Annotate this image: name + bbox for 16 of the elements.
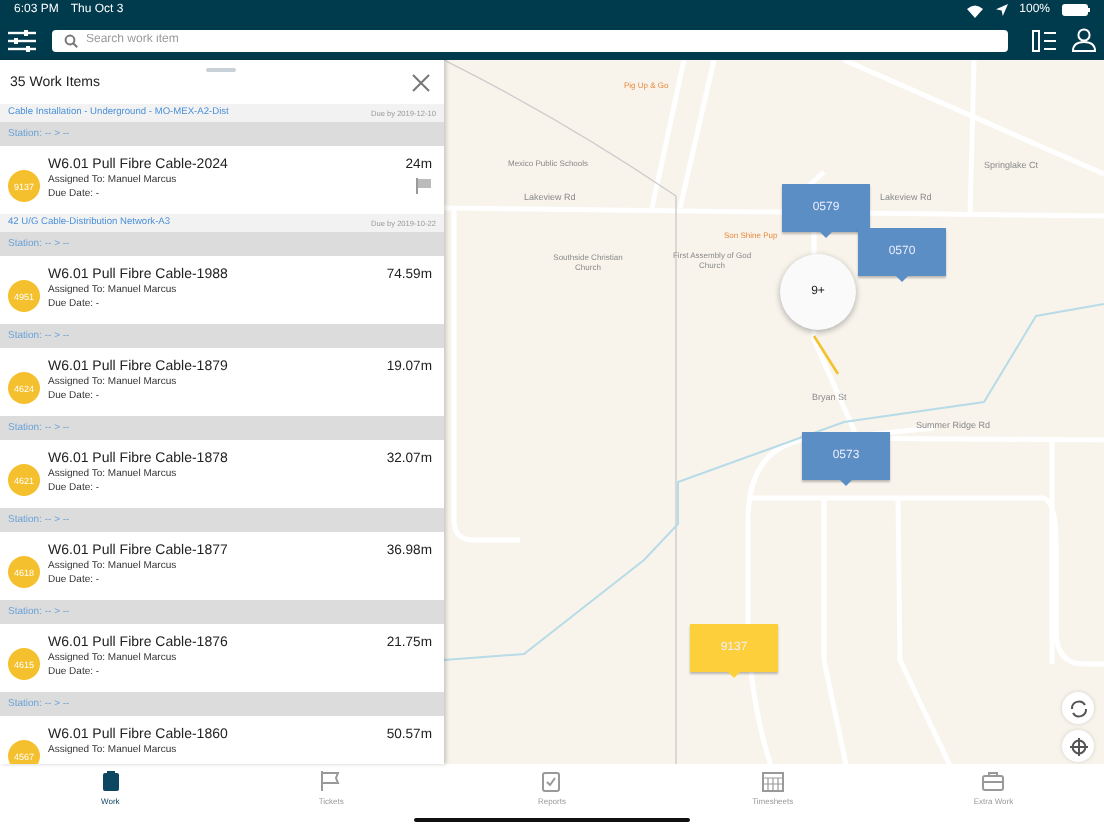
clipboard-check-icon: [540, 770, 563, 792]
wifi-icon: [965, 3, 984, 17]
calendar-icon: [761, 770, 784, 792]
clipboard-icon: [99, 770, 122, 792]
list-view-icon[interactable]: [1032, 29, 1056, 51]
locate-button[interactable]: [1062, 730, 1094, 762]
briefcase-icon: [982, 770, 1005, 792]
crosshair-icon: [1069, 737, 1087, 755]
battery-icon: [1062, 4, 1090, 16]
close-icon[interactable]: [412, 73, 430, 91]
refresh-icon: [1069, 699, 1087, 717]
user-profile-icon[interactable]: [1072, 28, 1096, 52]
flag-icon: [320, 770, 343, 792]
location-arrow-icon: [995, 4, 1008, 16]
refresh-button[interactable]: [1062, 692, 1094, 724]
filter-sliders-icon[interactable]: [8, 29, 36, 51]
